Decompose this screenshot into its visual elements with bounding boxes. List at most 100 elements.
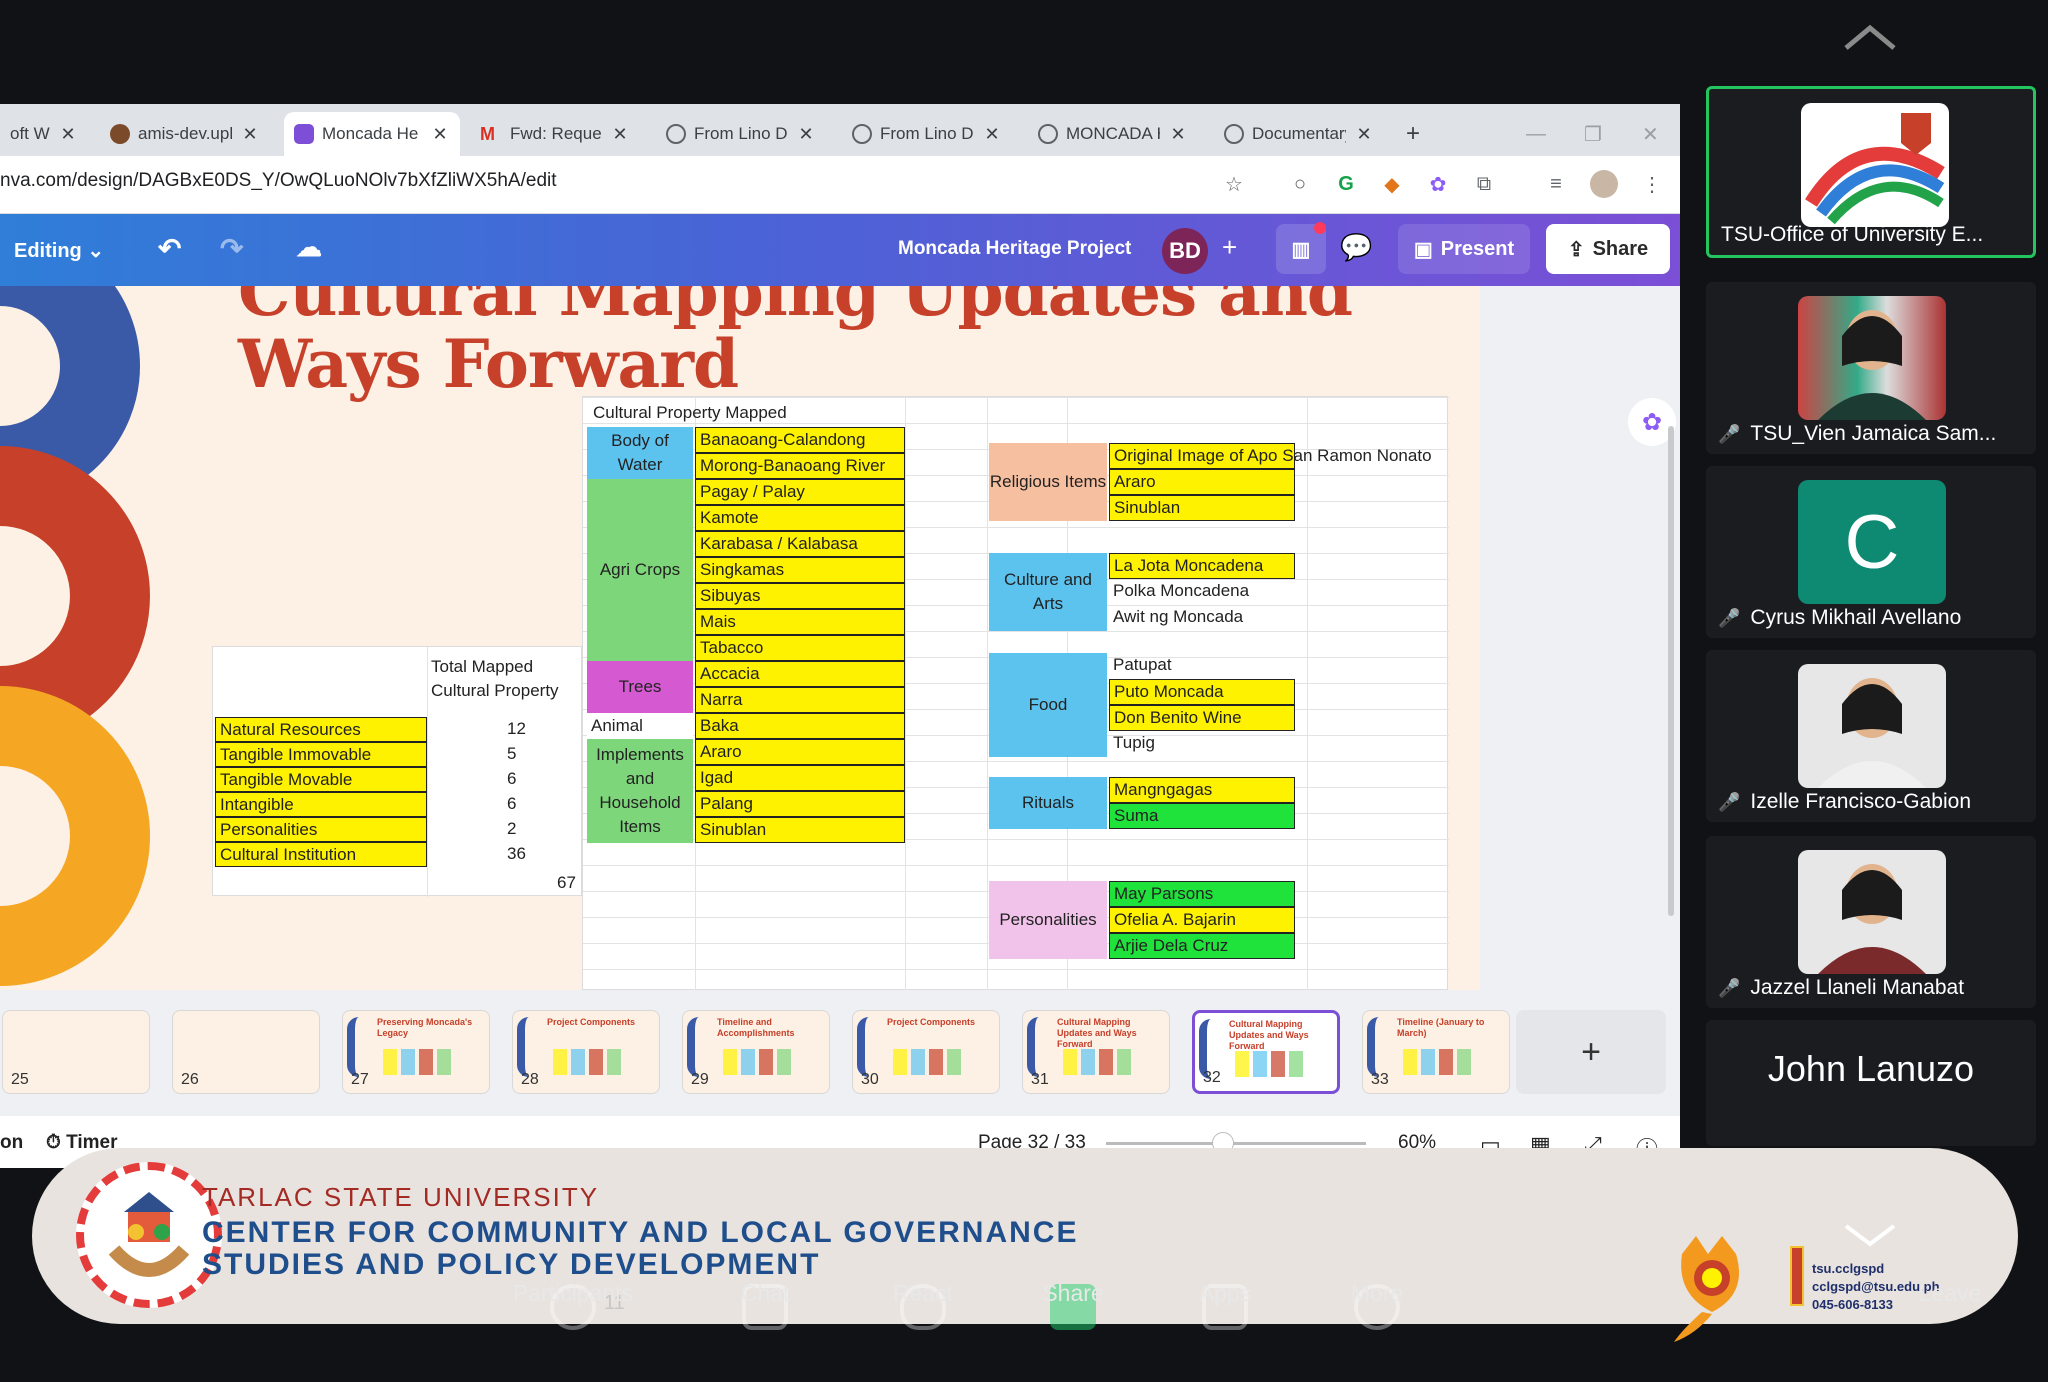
page-thumbnail[interactable]: Cultural Mapping Updates and Ways Forwar… (1192, 1010, 1340, 1094)
participant-tile[interactable]: 🎤 Jazzel Llaneli Manabat (1706, 836, 2036, 1008)
page-thumbnail[interactable]: Timeline and Accomplishments 29 (682, 1010, 830, 1094)
browser-tab[interactable]: MONCADA H ✕ (1028, 112, 1198, 156)
property-item: Kamote (695, 505, 905, 531)
property-item: La Jota Moncadena (1109, 553, 1295, 579)
more-button[interactable]: More (1307, 1280, 1447, 1307)
participant-name: 🎤 Cyrus Mikhail Avellano (1718, 606, 1961, 630)
property-item: Tabacco (695, 635, 905, 661)
page-thumbnail[interactable]: Project Components 30 (852, 1010, 1000, 1094)
close-window-icon[interactable]: ✕ (1632, 112, 1672, 156)
participant-tile[interactable]: 🎤 TSU_Vien Jamaica Sam... (1706, 282, 2036, 454)
property-item: Pagay / Palay (695, 479, 905, 505)
extension-circle-icon[interactable]: ○ (1286, 170, 1314, 198)
present-button[interactable]: ▣ Present (1398, 224, 1530, 274)
grid-line (905, 397, 906, 990)
kebab-menu-icon[interactable]: ⋮ (1638, 170, 1666, 198)
page-thumbnail[interactable]: Cultural Mapping Updates and Ways Forwar… (1022, 1010, 1170, 1094)
browser-tab-active[interactable]: Moncada He ✕ (284, 112, 460, 156)
playlist-icon[interactable]: ≡ (1542, 170, 1570, 198)
mapped-property-table[interactable]: Cultural Property Mapped Body of Water Ban… (582, 396, 1449, 990)
participant-tile[interactable]: 🎤 Izelle Francisco-Gabion (1706, 650, 2036, 822)
grammarly-icon[interactable]: G (1332, 170, 1360, 198)
participant-initial: C (1798, 480, 1946, 604)
chevron-up-icon[interactable] (1840, 18, 1900, 58)
profile-avatar[interactable] (1590, 170, 1618, 198)
page-thumbnail[interactable]: Project Components 28 (512, 1010, 660, 1094)
close-icon[interactable]: ✕ (240, 124, 260, 145)
redo-icon[interactable]: ↷ (220, 232, 243, 265)
brain-icon[interactable]: ✿ (1424, 170, 1452, 198)
new-tab-button[interactable]: + (1396, 112, 1436, 156)
close-icon[interactable]: ✕ (430, 124, 450, 145)
puzzle-icon[interactable]: ⧉ (1470, 170, 1498, 198)
summary-table[interactable]: Total Mapped Cultural Property Natural R… (212, 646, 582, 897)
property-item: Palang (695, 791, 905, 817)
participant-tile[interactable]: TSU-Office of University E... (1706, 86, 2036, 258)
property-item: Sinublan (1109, 495, 1295, 521)
close-icon[interactable]: ✕ (1168, 124, 1188, 145)
minimize-icon[interactable]: — (1516, 112, 1556, 156)
react-button[interactable]: React (853, 1280, 993, 1307)
browser-tab[interactable]: amis-dev.upl ✕ (100, 112, 270, 156)
decorative-chain-graphic (0, 286, 150, 987)
participant-tile[interactable]: John LanuzoJohn Lanuzo (1706, 1020, 2036, 1146)
browser-tab[interactable]: oft Wo✕ (0, 112, 88, 156)
category-cell: Agri Crops (587, 479, 693, 661)
project-title[interactable]: Moncada Heritage Project (898, 238, 1131, 260)
url-field[interactable]: nva.com/design/DAGBxE0DS_Y/OwQLuoNOlv7bX… (0, 170, 557, 192)
browser-tab[interactable]: From Lino D ✕ (656, 112, 826, 156)
add-page-button[interactable]: + (1516, 1010, 1666, 1094)
timer-icon: ⏱ (46, 1132, 61, 1153)
property-item: Karabasa / Kalabasa (695, 531, 905, 557)
cloud-saved-icon[interactable]: ☁ (296, 232, 322, 263)
thumbnail-content (1235, 1051, 1249, 1077)
page-thumbnails: 25 26 Preserving Moncada's Legacy 27 Project… (0, 990, 1680, 1116)
close-icon[interactable]: ✕ (796, 124, 816, 145)
summary-label: Natural Resources (215, 717, 427, 742)
close-icon[interactable]: ✕ (58, 124, 78, 145)
comment-icon[interactable]: 💬 (1340, 232, 1372, 263)
property-item: Puto Moncada (1109, 679, 1295, 705)
slide-canvas[interactable]: Cultural Mapping Updates and Ways Forwar… (0, 286, 1480, 990)
participant-name-text: Cyrus Mikhail Avellano (1750, 606, 1962, 629)
page-thumbnail[interactable]: Timeline (January to March) 33 (1362, 1010, 1510, 1094)
browser-tab[interactable]: From Lino D ✕ (842, 112, 1012, 156)
participant-name: 🎤 TSU_Vien Jamaica Sam... (1718, 422, 1996, 446)
zoom-slider[interactable] (1106, 1142, 1366, 1145)
share-button[interactable]: ⇪ Share (1546, 224, 1670, 274)
participants-button[interactable]: Participants (503, 1280, 643, 1307)
chat-button[interactable]: Chat (695, 1280, 835, 1307)
close-icon[interactable]: ✕ (982, 124, 1002, 145)
thumbnail-title: Cultural Mapping Updates and Ways Forwar… (1057, 1017, 1137, 1049)
address-bar: nva.com/design/DAGBxE0DS_Y/OwQLuoNOlv7bX… (0, 156, 1680, 214)
grid-line (583, 865, 1449, 866)
metamask-icon[interactable]: ◆ (1378, 170, 1406, 198)
chevron-down-icon[interactable] (1840, 1220, 1900, 1250)
property-item: Sibuyas (695, 583, 905, 609)
share-screen-button[interactable]: Share (1003, 1280, 1143, 1307)
page-thumbnail[interactable]: 25 (2, 1010, 150, 1094)
thumbnail-title: Project Components (547, 1017, 636, 1027)
participant-tile[interactable]: C 🎤 Cyrus Mikhail Avellano (1706, 466, 2036, 638)
undo-icon[interactable]: ↶ (158, 232, 181, 265)
browser-tab[interactable]: MFwd: Request✕ (470, 112, 640, 156)
editing-dropdown[interactable]: Editing ⌄ (14, 238, 104, 263)
summary-label: Tangible Movable (215, 767, 427, 792)
close-icon[interactable]: ✕ (1354, 124, 1374, 145)
category-cell: Trees (587, 661, 693, 713)
page-thumbnail[interactable]: 26 (172, 1010, 320, 1094)
collaborator-avatar[interactable]: BD (1162, 228, 1208, 274)
thumbnail-content (1457, 1049, 1471, 1075)
star-icon[interactable]: ☆ (1220, 170, 1248, 198)
property-item: Araro (695, 739, 905, 765)
apps-button[interactable]: Apps (1155, 1280, 1295, 1307)
page-thumbnail[interactable]: Preserving Moncada's Legacy 27 (342, 1010, 490, 1094)
leave-button[interactable]: Leave (1900, 1280, 2000, 1307)
scrollbar[interactable] (1668, 426, 1674, 916)
add-collaborator-button[interactable]: + (1222, 232, 1237, 263)
close-icon[interactable]: ✕ (610, 124, 630, 145)
slide-title[interactable]: Cultural Mapping Updates and Ways Forwar… (238, 286, 1353, 400)
browser-tab[interactable]: Documentary ✕ (1214, 112, 1384, 156)
summary-label: Intangible (215, 792, 427, 817)
restore-icon[interactable]: ❐ (1574, 112, 1614, 156)
